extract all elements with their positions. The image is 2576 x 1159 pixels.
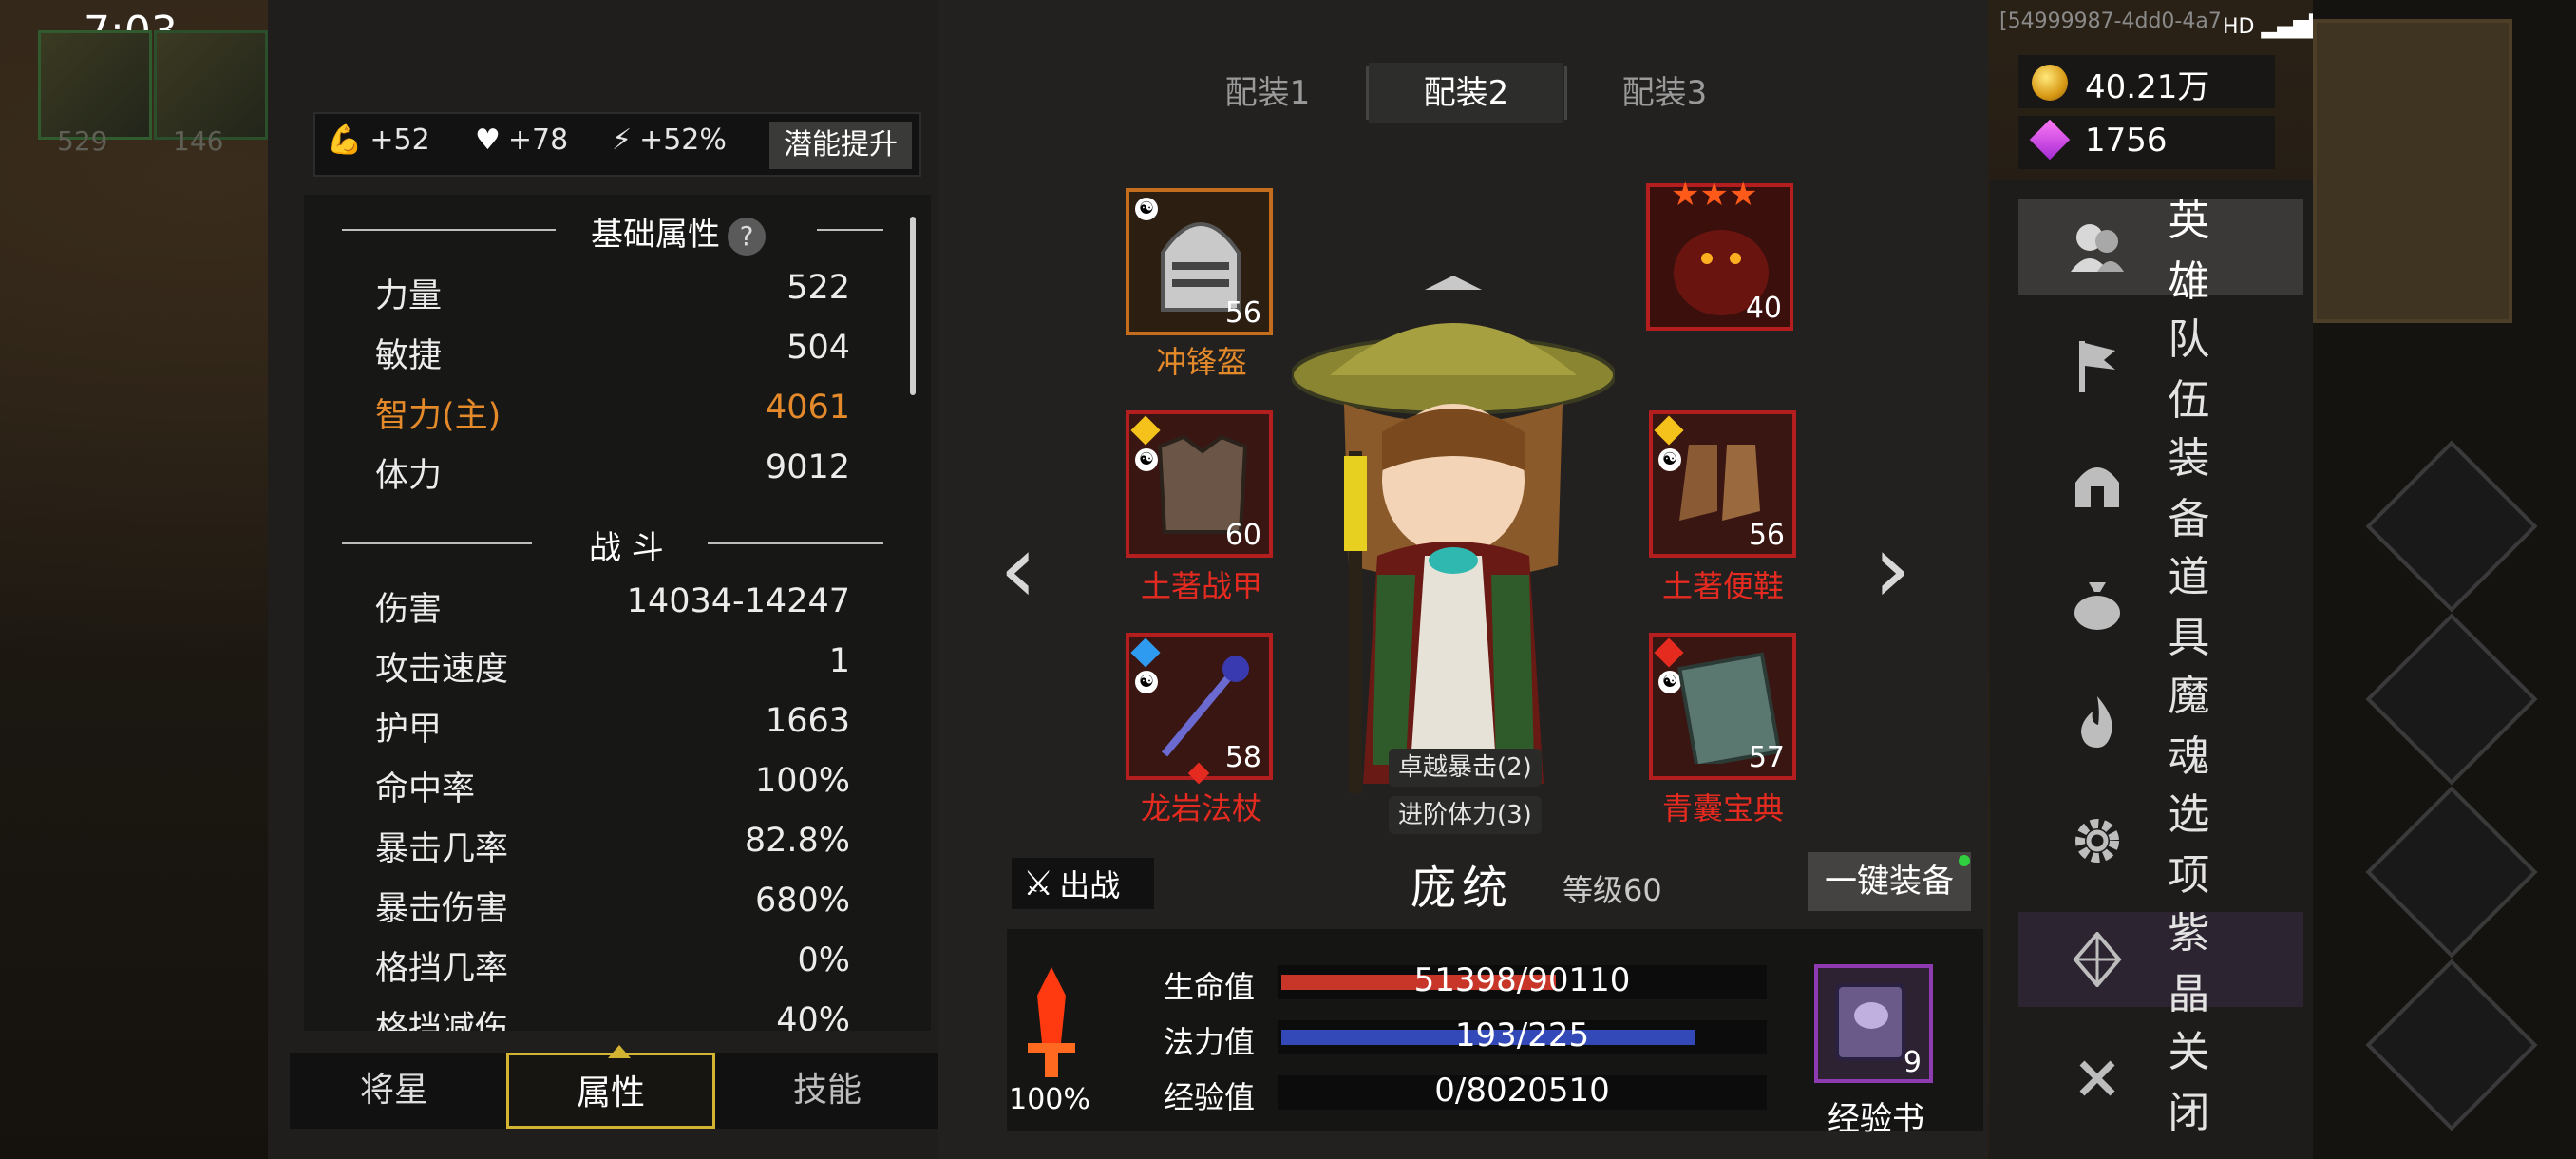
health-bonus: ♥ +78: [475, 124, 569, 157]
menu-options[interactable]: 选 项: [2018, 790, 2303, 900]
book-name: 青囊宝典: [1661, 790, 1784, 826]
prev-hero-arrow[interactable]: ‹: [999, 513, 1037, 624]
potential-upgrade-button[interactable]: 潜能提升: [769, 122, 912, 169]
attr-row: 体力 9012: [375, 448, 850, 495]
gold-coin-icon: [2032, 65, 2068, 101]
mp-bar: 193/225: [1278, 1016, 1767, 1054]
tab-generals[interactable]: 将星: [290, 1053, 499, 1129]
deploy-button[interactable]: ⚔ 出战: [1012, 858, 1154, 909]
hero-level: 等级60: [1563, 872, 1662, 908]
hero-character: [1292, 276, 1615, 793]
exp-book-icon: [1835, 983, 1905, 1061]
help-icon[interactable]: ?: [728, 218, 766, 256]
tab-skills[interactable]: 技能: [723, 1053, 932, 1129]
flag-icon: [2064, 332, 2130, 399]
thumb-count-1: 529: [57, 125, 108, 157]
heart-icon: ♥: [475, 124, 501, 157]
left-tab-bar: 将星 属性 技能: [290, 1053, 945, 1129]
crossed-swords-icon: ⚔: [1023, 864, 1054, 903]
menu-items[interactable]: 道 具: [2018, 553, 2303, 662]
menu-team[interactable]: 队 伍: [2018, 315, 2303, 425]
attr-row-main: 智力(主) 4061: [375, 389, 850, 435]
tab-loadout-2[interactable]: 配装2: [1369, 63, 1563, 124]
armor-name: 土著战甲: [1140, 568, 1262, 604]
menu-soul[interactable]: 魔 魂: [2018, 672, 2303, 781]
helmet-slot[interactable]: ☯ 56: [1126, 188, 1273, 335]
hero-tag-1: 卓越暴击(2): [1389, 749, 1542, 787]
helmet-icon: [2064, 451, 2130, 518]
mp-text: 193/225: [1454, 1016, 1590, 1054]
menu-close[interactable]: 关 闭: [2018, 1028, 2303, 1137]
attr-row: 攻击速度 1: [375, 642, 850, 689]
weapon-name: 龙岩法杖: [1140, 790, 1262, 826]
weapon-slot[interactable]: ☯ 58: [1126, 633, 1273, 780]
helmet-name: 冲锋盔: [1155, 344, 1247, 380]
attribute-scrollbar[interactable]: [910, 217, 916, 395]
pet-slot[interactable]: ★★★ 40: [1646, 176, 1793, 331]
next-hero-arrow[interactable]: ›: [1873, 513, 1911, 624]
attr-row: 护甲 1663: [375, 702, 850, 749]
boots-name: 土著便鞋: [1661, 568, 1784, 604]
potential-bar: 💪 +52 ♥ +78 ⚡ +52% 潜能提升: [313, 112, 921, 177]
exp-book-count: 9: [1903, 1046, 1922, 1079]
star-icon: ★★★: [1671, 176, 1758, 214]
attr-row: 伤害 14034-14247: [375, 582, 850, 629]
thumb-count-2: 146: [173, 125, 224, 157]
power-percent: 100%: [1009, 1083, 1090, 1116]
attr-row: 敏捷 504: [375, 329, 850, 375]
exp-book-slot[interactable]: 9: [1814, 964, 1933, 1083]
active-tab-indicator: [608, 1045, 631, 1058]
menu-hero[interactable]: 英 雄: [2018, 197, 2303, 306]
strength-bonus: 💪 +52: [327, 124, 430, 157]
menu-equipment[interactable]: 装 备: [2018, 434, 2303, 543]
minimap[interactable]: [2313, 19, 2512, 323]
attr-row: 力量 522: [375, 269, 850, 315]
book-slot[interactable]: ☯ 57: [1649, 633, 1796, 780]
close-icon: [2064, 1045, 2130, 1112]
crystal-display: 1756: [2018, 116, 2275, 169]
hp-bar: 51398/90110: [1278, 961, 1767, 999]
attr-row: 暴击几率 82.8%: [375, 822, 850, 868]
bag-icon: [2064, 570, 2130, 636]
exp-text: 0/8020510: [1434, 1072, 1610, 1110]
power-sword-icon: [1028, 967, 1075, 1077]
device-id: [54999987-4dd0-4a7: [1999, 10, 2222, 33]
boots-slot[interactable]: ☯ 56: [1649, 410, 1796, 558]
flame-icon: [2064, 689, 2130, 755]
gear-icon: [2064, 808, 2130, 874]
notification-dot: [1959, 855, 1970, 866]
exp-label: 经验值: [1164, 1079, 1256, 1115]
exp-bar: 0/8020510: [1278, 1072, 1767, 1110]
skill-thumb-2: [154, 30, 268, 140]
attr-row: 暴击伤害 680%: [375, 882, 850, 928]
tab-loadout-1[interactable]: 配装1: [1170, 63, 1365, 124]
people-icon: [2064, 214, 2130, 280]
skill-thumb-1: [38, 30, 152, 140]
hp-text: 51398/90110: [1413, 961, 1631, 999]
crystal-icon: [2064, 926, 2130, 993]
tab-loadout-3[interactable]: 配装3: [1567, 63, 1762, 124]
purple-crystal-icon: [2029, 119, 2071, 161]
combat-header: 战 斗: [342, 522, 883, 567]
attr-row: 格挡几率 0%: [375, 941, 850, 988]
tab-attributes[interactable]: 属性: [506, 1053, 715, 1129]
equip-all-button[interactable]: 一键装备: [1808, 852, 1971, 911]
basic-attributes-header: 基础属性?: [342, 208, 883, 256]
menu-crystal[interactable]: 紫 晶: [2018, 909, 2303, 1018]
loadout-tabs: 配装1 配装2 配装3: [1170, 63, 1759, 124]
gold-display: 40.21万: [2018, 55, 2275, 108]
energy-bonus: ⚡ +52%: [612, 124, 727, 157]
mp-label: 法力值: [1164, 1024, 1256, 1060]
lightning-icon: ⚡: [612, 124, 633, 157]
attr-row: 格挡减伤 40%: [375, 1001, 850, 1031]
basic-title: 基础属性: [591, 216, 720, 254]
hero-name: 庞统: [1411, 862, 1514, 915]
arm-icon: 💪: [327, 124, 363, 157]
hero-tag-2: 进阶体力(3): [1389, 796, 1542, 834]
hp-label: 生命值: [1164, 969, 1256, 1005]
attr-row: 命中率 100%: [375, 762, 850, 808]
exp-book-name: 经验书: [1828, 1100, 1924, 1138]
attribute-list[interactable]: 基础属性? 力量 522 敏捷 504 智力(主) 4061 体力 9012 战 斗 伤…: [304, 195, 931, 1031]
armor-slot[interactable]: ☯ 60: [1126, 410, 1273, 558]
